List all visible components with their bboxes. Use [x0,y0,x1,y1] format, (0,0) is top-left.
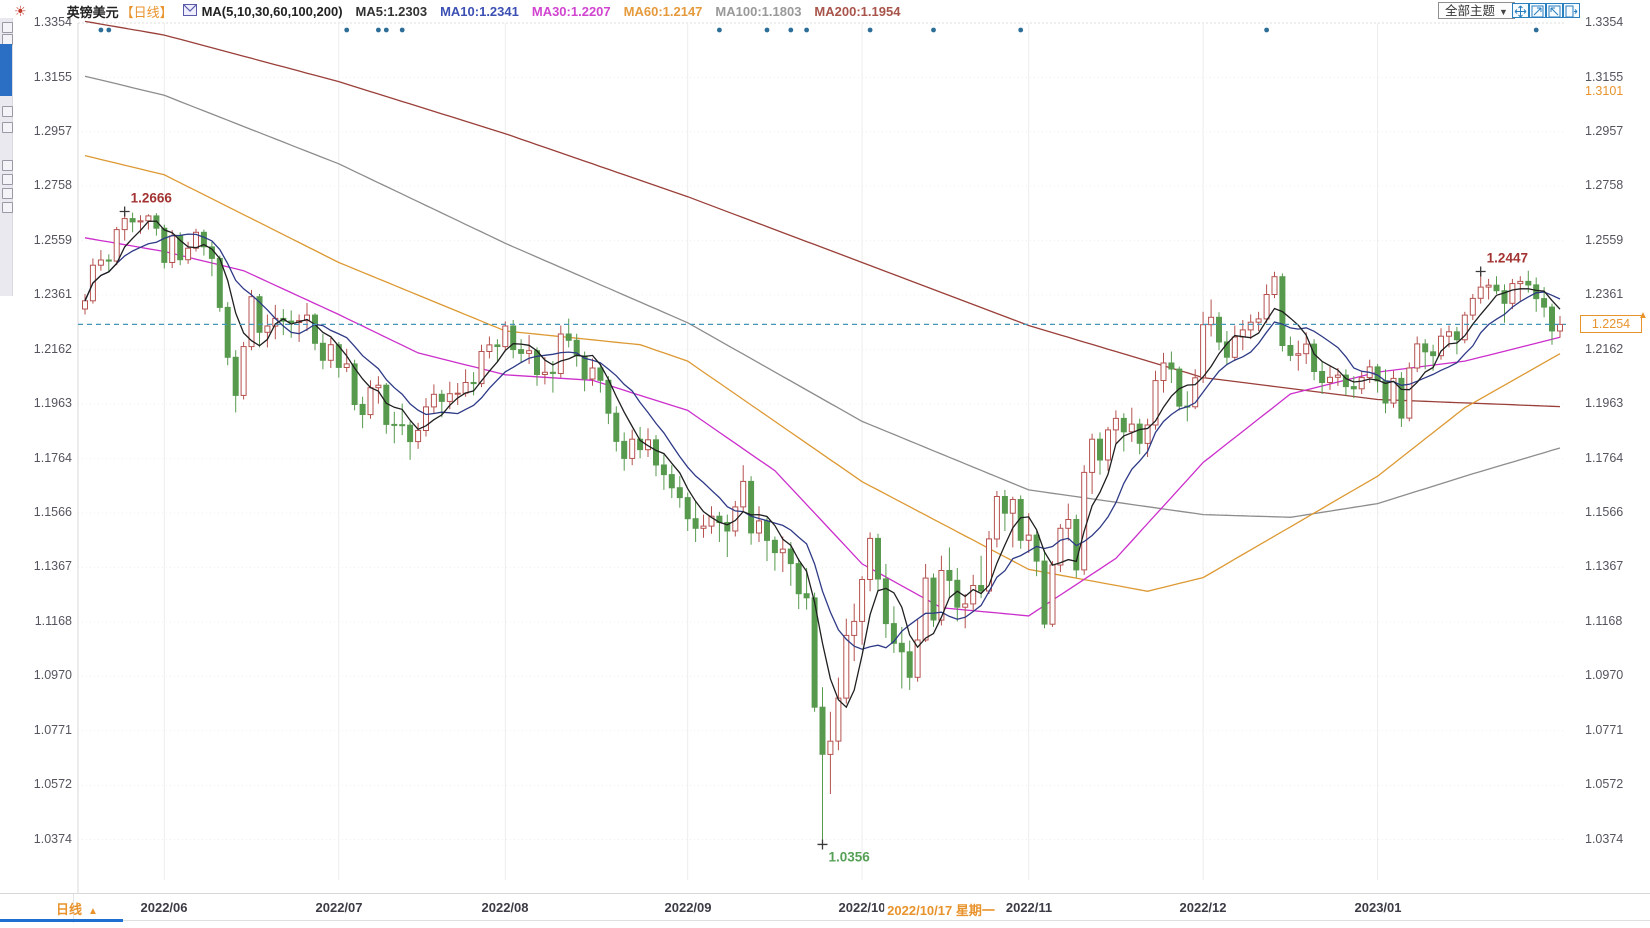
tool-icon[interactable] [2,22,13,33]
sun-icon[interactable]: ☀ [14,3,27,19]
y-axis-tick-label: 1.1566 [33,505,72,519]
y-axis-tick-label: 1.3354 [1585,15,1624,29]
ma-value-label: MA10:1.2341 [440,4,519,19]
y-axis-tick-label: 1.0572 [33,777,72,791]
y-axis-tick-label: 1.1168 [1585,614,1623,628]
y-axis-tick-label: 1.1367 [33,559,72,573]
y-axis-tick-label: 1.2758 [33,178,72,192]
alert-price-label: 1.3101 [1585,84,1624,99]
y-axis-tick-label: 1.2162 [33,342,72,356]
x-axis-month-label: 2022/07 [315,900,363,915]
y-axis-tick-label: 1.3155 [33,70,72,84]
y-axis-tick-label: 1.2559 [33,233,72,247]
ma-value-label: MA5:1.2303 [355,4,428,19]
chevron-down-icon: ▼ [1499,7,1508,17]
theme-dropdown-label: 全部主题 [1445,4,1496,18]
period-tag: 【日线】 [120,5,173,20]
y-axis-tick-label: 1.1566 [1585,505,1624,519]
y-axis-tick-label: 1.0374 [1585,832,1624,846]
active-tab-underline [0,919,123,922]
period-tab-label: 日线 [56,902,83,917]
y-axis-tick-label: 1.0572 [1585,777,1624,791]
y-axis-tick-label: 1.0970 [1585,668,1624,682]
y-axis-tick-label: 1.1168 [34,614,72,628]
y-axis-tick-label: 1.2758 [1585,178,1624,192]
y-axis-tick-label: 1.2162 [1585,342,1624,356]
x-axis-month-label: 2022/09 [664,900,712,915]
y-axis-tick-label: 1.0771 [1585,723,1624,737]
symbol-title: 英镑美元 [66,5,119,20]
y-axis-tick-label: 1.0374 [33,832,72,846]
ma-value-label: MA200:1.1954 [814,4,901,19]
price-up-arrow-icon: ▲ [1638,310,1648,322]
period-tab-daily[interactable]: 日线 ▲ [56,899,98,918]
left-tool-strip [0,18,13,296]
triangle-up-icon: ▲ [88,906,98,917]
zoom-out-pane-icon[interactable] [1529,3,1546,18]
y-axis-tick-label: 1.1367 [1585,559,1624,573]
tool-icon[interactable] [2,202,13,213]
x-axis-month-label: 2023/01 [1354,900,1402,915]
indicator-settings-icon[interactable] [182,4,197,19]
ma-value-label: MA60:1.2147 [623,4,703,19]
zoom-in-pane-icon[interactable] [1546,3,1563,18]
tool-icon[interactable] [2,106,13,117]
y-axis-tick-label: 1.0970 [33,668,72,682]
ma-value-label: MA30:1.2207 [531,4,611,19]
y-axis-tick-label: 1.2957 [33,124,72,138]
chart-header: ☀ 英镑美元 【日线】 MA(5,10,30,60,100,200) MA5:1.230… [14,2,900,20]
pan-icon[interactable] [1512,3,1529,18]
y-axis-tick-label: 1.1764 [33,451,72,465]
ma-values: MA5:1.2303 MA10:1.2341 MA30:1.2207 MA60:1.2… [343,4,901,19]
theme-dropdown-button[interactable]: 全部主题 ▼ [1438,2,1515,19]
x-axis-month-label: 2022/11 [1005,900,1053,915]
price-chart[interactable]: 1.2666 1.2447 1.0356 [0,0,1650,923]
candlestick-canvas[interactable]: 1.2666 1.2447 1.0356 [0,0,1650,923]
ma-group-label: MA(5,10,30,60,100,200) [201,4,343,19]
svg-text:1.2666: 1.2666 [131,191,173,206]
svg-text:1.0356: 1.0356 [828,849,870,864]
x-axis-month-label: 2022/06 [140,900,188,915]
tool-icon[interactable] [2,122,13,133]
y-axis-tick-label: 1.1963 [33,396,72,410]
active-tool-item[interactable] [0,44,12,96]
y-axis-tick-label: 1.3155 [1585,70,1624,84]
tool-icon[interactable] [2,174,13,185]
y-axis-tick-label: 1.0771 [33,723,72,737]
y-axis-tick-label: 1.2957 [1585,124,1624,138]
crosshair-date-label: 2022/10/17 星期一 [884,900,998,919]
y-axis-tick-label: 1.2361 [1585,287,1624,301]
y-axis-tick-label: 1.2361 [33,287,72,301]
bottom-border [0,920,1650,921]
svg-text:1.2447: 1.2447 [1487,251,1528,266]
x-axis-month-label: 2022/10 [838,900,886,915]
y-axis-tick-label: 1.2559 [1585,233,1624,247]
x-axis-month-label: 2022/08 [481,900,529,915]
current-price-label: 1.2254 [1580,315,1642,334]
shift-right-icon[interactable] [1563,3,1580,18]
tool-icon[interactable] [2,188,13,199]
ma-value-label: MA100:1.1803 [715,4,802,19]
y-axis-tick-label: 1.1764 [1585,451,1624,465]
y-axis-tick-label: 1.1963 [1585,396,1624,410]
x-axis-month-label: 2022/12 [1179,900,1227,915]
tool-icon[interactable] [2,160,13,171]
